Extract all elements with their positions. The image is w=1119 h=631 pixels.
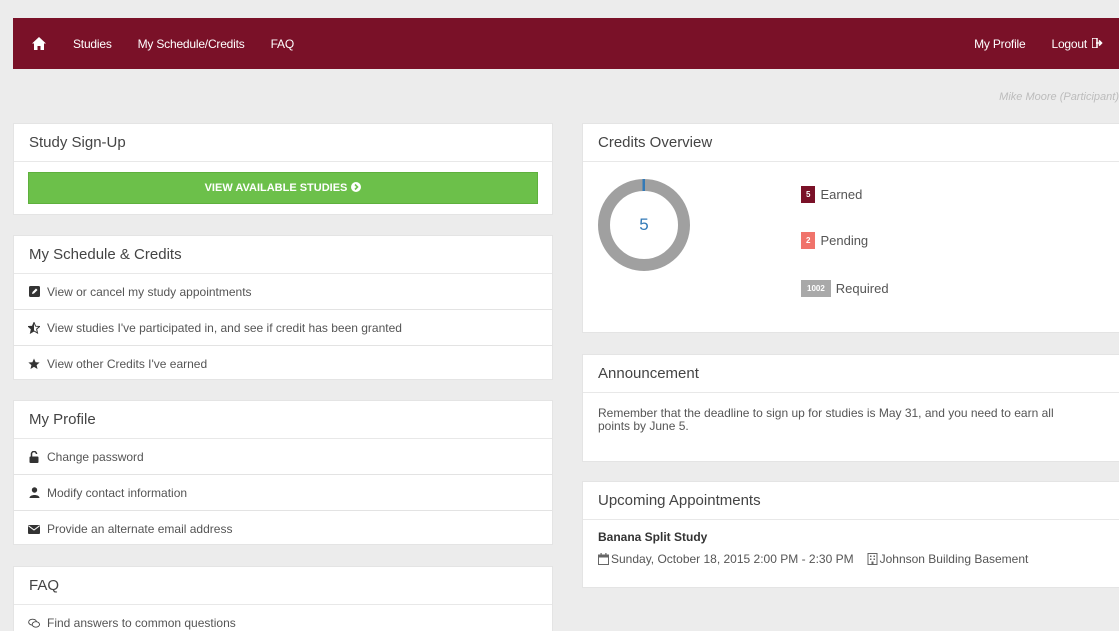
legend-earned: 5 Earned (801, 186, 862, 203)
upcoming-appointments-heading: Upcoming Appointments (583, 482, 1119, 520)
list-item-modify-contact[interactable]: Modify contact information (14, 475, 552, 511)
required-label: Required (835, 281, 889, 296)
list-item-alternate-email[interactable]: Provide an alternate email address (14, 511, 552, 547)
list-item-other-credits[interactable]: View other Credits I've earned (14, 346, 552, 382)
current-user-label: Mike Moore (Participant) (999, 91, 1119, 103)
earned-label: Earned (820, 187, 863, 202)
appointment-date: Sunday, October 18, 2015 2:00 PM - 2:30 … (611, 552, 854, 566)
nav-link-logout-label: Logout (1051, 36, 1087, 51)
list-item-label: Modify contact information (47, 485, 188, 500)
user-icon (28, 487, 40, 499)
envelope-icon (28, 523, 40, 535)
list-item-label: Change password (47, 449, 144, 464)
top-navbar: Studies My Schedule/Credits FAQ My Profi… (13, 18, 1119, 69)
announcement-heading: Announcement (583, 355, 1119, 393)
comments-icon (28, 617, 40, 629)
list-item-label: Provide an alternate email address (47, 522, 233, 536)
schedule-credits-heading: My Schedule & Credits (14, 236, 552, 274)
view-available-studies-button[interactable]: VIEW AVAILABLE STUDIES (28, 172, 538, 204)
nav-link-faq[interactable]: FAQ (271, 37, 295, 51)
nav-link-logout[interactable]: Logout (1051, 37, 1103, 51)
nav-link-my-profile-label: My Profile (974, 36, 1026, 51)
edit-icon (28, 286, 40, 298)
schedule-credits-panel: My Schedule & Credits View or cancel my … (13, 235, 553, 380)
list-item-change-password[interactable]: Change password (14, 439, 552, 475)
faq-panel: FAQ Find answers to common questions (13, 566, 553, 631)
nav-right: My Profile Logout (974, 37, 1119, 51)
view-available-studies-label: VIEW AVAILABLE STUDIES (204, 182, 348, 194)
study-signup-heading: Study Sign-Up (14, 124, 552, 162)
star-icon (28, 358, 40, 370)
nav-link-schedule-credits[interactable]: My Schedule/Credits (138, 37, 245, 51)
announcement-text: Remember that the deadline to sign up fo… (598, 406, 1054, 433)
unlock-icon (28, 450, 40, 463)
building-icon (867, 553, 878, 565)
star-half-icon (28, 321, 40, 334)
home-icon[interactable] (31, 36, 47, 52)
upcoming-appointments-panel: Upcoming Appointments Banana Split Study… (582, 481, 1119, 588)
study-signup-panel: Study Sign-Up VIEW AVAILABLE STUDIES (13, 123, 553, 215)
nav-left: Studies My Schedule/Credits FAQ (13, 36, 294, 52)
nav-link-my-profile[interactable]: My Profile (974, 36, 1026, 51)
my-profile-panel: My Profile Change password Modify contac… (13, 400, 553, 545)
legend-required: 1002 Required (801, 280, 889, 297)
faq-heading: FAQ (14, 567, 552, 605)
my-profile-heading: My Profile (14, 401, 552, 439)
chevron-circle-right-icon (351, 181, 362, 195)
list-item-view-cancel-appointments[interactable]: View or cancel my study appointments (14, 274, 552, 310)
calendar-icon (598, 553, 609, 565)
announcement-panel: Announcement Remember that the deadline … (582, 354, 1119, 462)
appointment-meta: Sunday, October 18, 2015 2:00 PM - 2:30 … (583, 544, 1119, 566)
required-badge: 1002 (801, 280, 831, 297)
appointment-title[interactable]: Banana Split Study (583, 520, 1119, 544)
legend-pending: 2 Pending (801, 232, 868, 249)
earned-badge: 5 (801, 186, 816, 203)
list-item-common-questions[interactable]: Find answers to common questions (14, 605, 552, 631)
sign-out-icon (1091, 36, 1103, 51)
pending-badge: 2 (801, 232, 816, 249)
credits-overview-panel: Credits Overview 5 5 Earned 2 Pending 10… (582, 123, 1119, 333)
pending-label: Pending (820, 233, 869, 248)
list-item-label: Find answers to common questions (47, 616, 236, 630)
list-item-participated-studies[interactable]: View studies I've participated in, and s… (14, 310, 552, 346)
list-item-label: View other Credits I've earned (47, 357, 208, 371)
list-item-label: View or cancel my study appointments (47, 284, 252, 299)
nav-link-studies[interactable]: Studies (73, 37, 112, 51)
credits-overview-heading: Credits Overview (583, 124, 1119, 162)
credits-center-value: 5 (639, 215, 649, 234)
appointment-location: Johnson Building Basement (879, 552, 1029, 566)
list-item-label: View studies I've participated in, and s… (47, 320, 402, 335)
